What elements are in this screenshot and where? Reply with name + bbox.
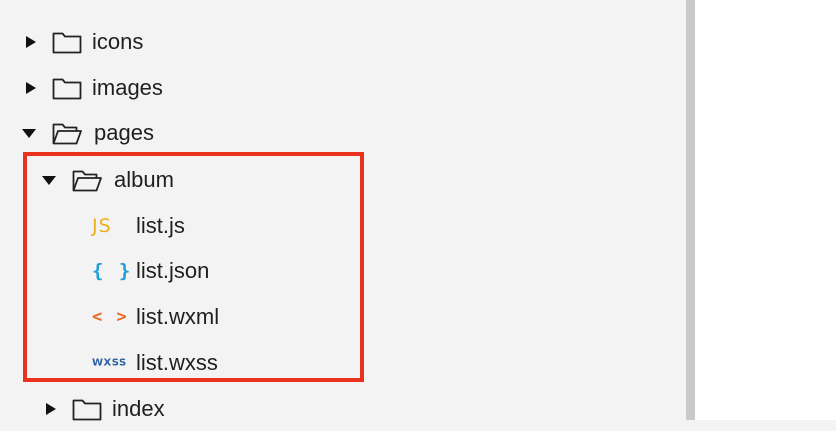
editor-pane	[695, 0, 836, 420]
tree-item-index-folder[interactable]: index	[0, 387, 680, 431]
tree-item-list-wxss-file[interactable]: WXSS list.wxss	[0, 341, 680, 385]
tree-item-label: list.json	[136, 258, 210, 283]
tree-item-label: album	[114, 167, 174, 192]
folder-closed-icon	[52, 78, 82, 100]
tree-item-label: index	[112, 396, 165, 421]
tree-item-list-json-file[interactable]: { } list.json	[0, 249, 680, 293]
tree-item-images-folder[interactable]: images	[0, 66, 680, 110]
caret-down-icon[interactable]	[42, 173, 56, 187]
tree-item-label: pages	[94, 120, 154, 145]
tree-item-pages-folder[interactable]: pages	[0, 111, 680, 155]
tree-item-icons-folder[interactable]: icons	[0, 20, 680, 64]
wxss-icon: WXSS	[92, 357, 127, 369]
vertical-scrollbar[interactable]	[686, 0, 695, 420]
folder-open-icon	[72, 170, 102, 192]
js-icon: JS	[92, 215, 112, 237]
caret-right-icon[interactable]	[24, 35, 38, 49]
folder-open-icon	[52, 123, 82, 145]
tree-item-label: images	[92, 75, 163, 100]
wxml-icon: < >	[92, 307, 129, 327]
file-tree: icons images pages album JS list.js {} …	[0, 0, 686, 421]
tree-item-list-wxml-file[interactable]: < > list.wxml	[0, 295, 680, 339]
tree-item-label: list.wxss	[136, 350, 218, 375]
caret-down-icon[interactable]	[22, 126, 36, 140]
folder-closed-icon	[52, 32, 82, 54]
tree-item-label: list.js	[136, 213, 185, 238]
tree-item-album-folder[interactable]: album	[0, 158, 680, 202]
folder-closed-icon	[72, 399, 102, 421]
caret-right-icon[interactable]	[44, 402, 58, 416]
tree-item-label: list.wxml	[136, 304, 220, 329]
json-icon: { }	[92, 260, 133, 282]
caret-right-icon[interactable]	[24, 81, 38, 95]
tree-item-list-js-file[interactable]: JS list.js	[0, 204, 680, 248]
tree-item-label: icons	[92, 29, 144, 54]
